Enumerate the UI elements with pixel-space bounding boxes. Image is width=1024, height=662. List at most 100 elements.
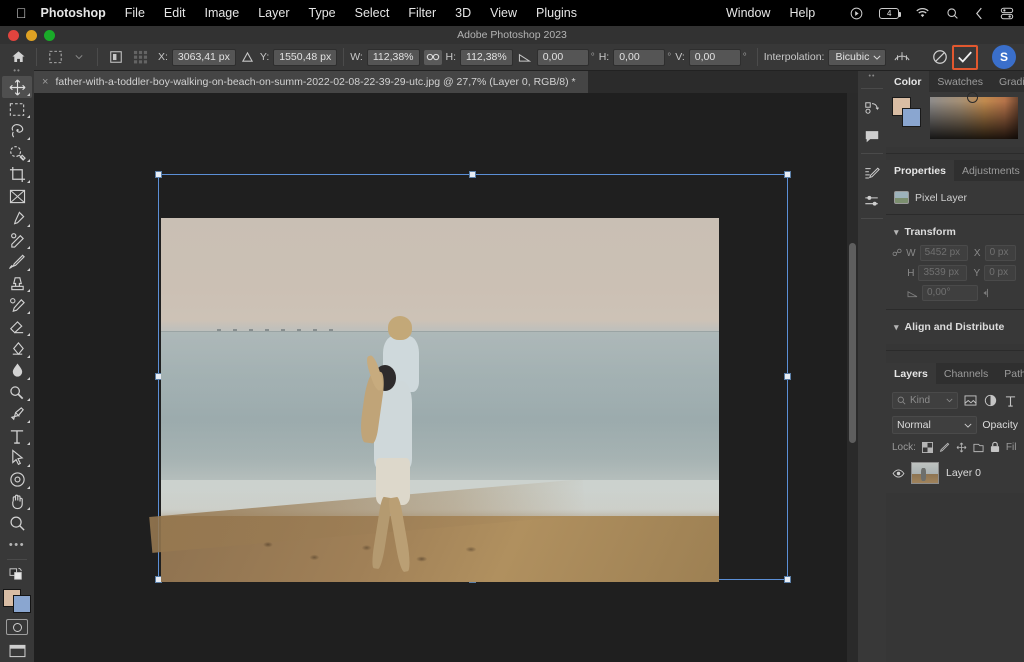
wifi-icon[interactable] (915, 7, 930, 19)
avatar[interactable]: S (992, 45, 1016, 69)
brush-tool[interactable] (2, 251, 32, 273)
menu-image[interactable]: Image (204, 6, 239, 20)
crop-tool[interactable] (2, 164, 32, 186)
lock-image-pixels-icon[interactable] (939, 442, 950, 453)
link-dimensions-icon[interactable]: ☍ (892, 248, 902, 259)
close-button[interactable] (8, 30, 19, 41)
move-tool[interactable] (2, 76, 32, 98)
color-panel-tabs[interactable]: Color Swatches Gradients (886, 71, 1024, 92)
document-tab[interactable]: × father-with-a-toddler-boy-walking-on-b… (34, 71, 589, 93)
lock-all-icon[interactable] (990, 441, 1000, 453)
path-selection-tool[interactable] (2, 447, 32, 469)
tab-swatches[interactable]: Swatches (929, 71, 991, 92)
play-circle-icon[interactable] (850, 7, 863, 20)
chevron-down-icon[interactable]: ▾ (894, 322, 899, 333)
menu-window[interactable]: Window (726, 6, 770, 20)
spot-healing-brush-tool[interactable] (2, 229, 32, 251)
menu-plugins[interactable]: Plugins (536, 6, 577, 20)
rectangular-marquee-tool[interactable] (2, 98, 32, 120)
chevron-left-icon[interactable] (975, 7, 984, 20)
filter-adjustment-icon[interactable] (983, 393, 998, 408)
menu-3d[interactable]: 3D (455, 6, 471, 20)
tab-channels[interactable]: Channels (936, 363, 996, 384)
rail-grip[interactable]: •• (869, 73, 876, 83)
tab-gradients[interactable]: Gradients (991, 71, 1024, 92)
lasso-tool[interactable] (2, 120, 32, 142)
eye-icon[interactable] (892, 469, 904, 478)
history-icon[interactable] (860, 97, 884, 121)
transform-handle-br[interactable] (784, 576, 791, 583)
tab-paths[interactable]: Paths (996, 363, 1024, 384)
type-tool[interactable] (2, 425, 32, 447)
transform-h-input[interactable]: 3539 px (918, 265, 967, 281)
transform-handle-tc[interactable] (469, 171, 476, 178)
layer-thumbnail[interactable] (911, 462, 939, 484)
w-input[interactable]: 112,38% (367, 49, 420, 66)
x-input[interactable]: 3063,41 px (172, 49, 236, 66)
transform-handle-mr[interactable] (784, 373, 791, 380)
brush-settings-icon[interactable] (860, 162, 884, 186)
hand-tool[interactable] (2, 491, 32, 513)
move-tool-icon[interactable] (43, 47, 67, 68)
color-picker-handle[interactable] (967, 92, 978, 103)
commit-transform-icon[interactable] (956, 49, 974, 66)
menu-layer[interactable]: Layer (258, 6, 289, 20)
lock-artboard-icon[interactable] (973, 442, 984, 453)
tool-preset-icon[interactable] (104, 47, 128, 68)
transform-handle-tr[interactable] (784, 171, 791, 178)
table-row[interactable]: Layer 0 (886, 457, 1024, 489)
lock-transparent-pixels-icon[interactable] (922, 442, 933, 453)
object-selection-tool[interactable] (2, 142, 32, 164)
angle-input[interactable]: 0,00 (537, 49, 589, 66)
transform-w-input[interactable]: 5452 px (920, 245, 968, 261)
dodge-tool[interactable] (2, 382, 32, 404)
transform-angle-input[interactable]: 0,00° (922, 285, 978, 301)
ellipse-tool[interactable] (2, 469, 32, 491)
chevron-down-icon[interactable] (67, 47, 91, 68)
color-ramp[interactable] (930, 97, 1018, 139)
default-colors-icon[interactable] (2, 563, 32, 585)
battery-charging-icon[interactable]: 4 (879, 8, 899, 19)
canvas-area[interactable]: ··· (34, 93, 858, 662)
comments-icon[interactable] (860, 124, 884, 148)
chevron-down-icon[interactable]: ▾ (894, 227, 899, 238)
align-section-header[interactable]: ▾ Align and Distribute (886, 316, 1024, 338)
background-color-swatch[interactable] (902, 108, 921, 127)
scrollbar-thumb[interactable] (849, 243, 856, 443)
minimize-button[interactable] (26, 30, 37, 41)
canvas-image[interactable] (161, 218, 719, 582)
maximize-button[interactable] (44, 30, 55, 41)
transform-y-input[interactable]: 0 px (984, 265, 1016, 281)
search-icon[interactable] (946, 7, 959, 20)
control-center-icon[interactable] (1000, 7, 1014, 20)
tab-adjustments[interactable]: Adjustments (954, 160, 1024, 181)
y-input[interactable]: 1550,48 px (273, 49, 337, 66)
blend-mode-select[interactable]: Normal (892, 416, 977, 434)
link-chain-icon[interactable] (424, 50, 442, 65)
color-panel-swatches[interactable] (892, 97, 924, 127)
skew-v-input[interactable]: 0,00 (689, 49, 741, 66)
cancel-transform-icon[interactable] (928, 47, 952, 68)
eraser-tool[interactable] (2, 316, 32, 338)
menu-view[interactable]: View (490, 6, 517, 20)
filter-type-icon[interactable] (1003, 393, 1018, 408)
warp-toggle-icon[interactable] (890, 47, 914, 68)
menu-type[interactable]: Type (309, 6, 336, 20)
properties-panel-tabs[interactable]: Properties Adjustments Li (886, 160, 1024, 181)
layer-name[interactable]: Layer 0 (946, 467, 981, 479)
menu-help[interactable]: Help (789, 6, 815, 20)
background-color-swatch[interactable] (13, 595, 31, 613)
tab-properties[interactable]: Properties (886, 160, 954, 181)
transform-x-input[interactable]: 0 px (985, 245, 1016, 261)
interpolation-select[interactable]: Bicubic (828, 49, 886, 66)
h-input[interactable]: 112,38% (460, 49, 513, 66)
gradient-tool[interactable] (2, 338, 32, 360)
tab-color[interactable]: Color (886, 71, 929, 92)
quick-mask-toggle[interactable] (6, 619, 28, 635)
edit-toolbar-button[interactable]: ••• (2, 534, 32, 556)
filter-pixel-icon[interactable] (963, 393, 978, 408)
history-brush-tool[interactable] (2, 294, 32, 316)
adjustments-sliders-icon[interactable] (860, 189, 884, 213)
delta-triangle-icon[interactable] (236, 47, 260, 68)
color-swatches[interactable] (3, 589, 31, 613)
